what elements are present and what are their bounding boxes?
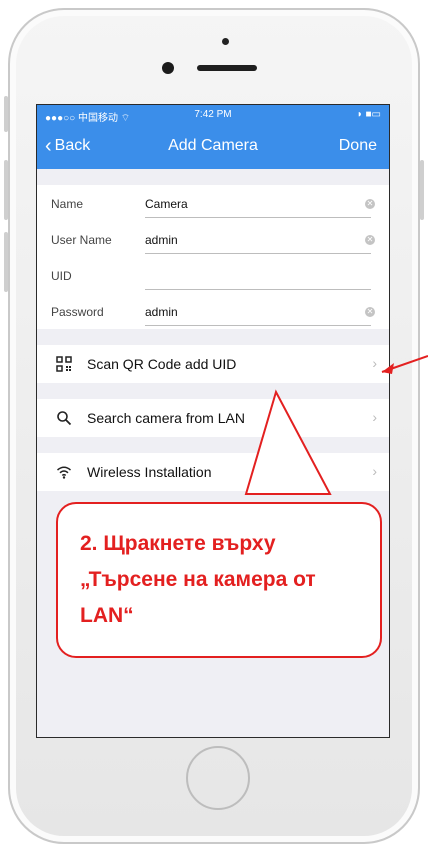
annotation-box: 2. Щракнете върху „Търсене на камера от …: [56, 502, 382, 658]
annotation-pointers: [244, 355, 428, 495]
annotation-arrowhead: [382, 363, 394, 374]
annotation-text: 2. Щракнете върху „Търсене на камера от …: [80, 532, 316, 627]
annotation-callout-pointer: [244, 389, 332, 495]
